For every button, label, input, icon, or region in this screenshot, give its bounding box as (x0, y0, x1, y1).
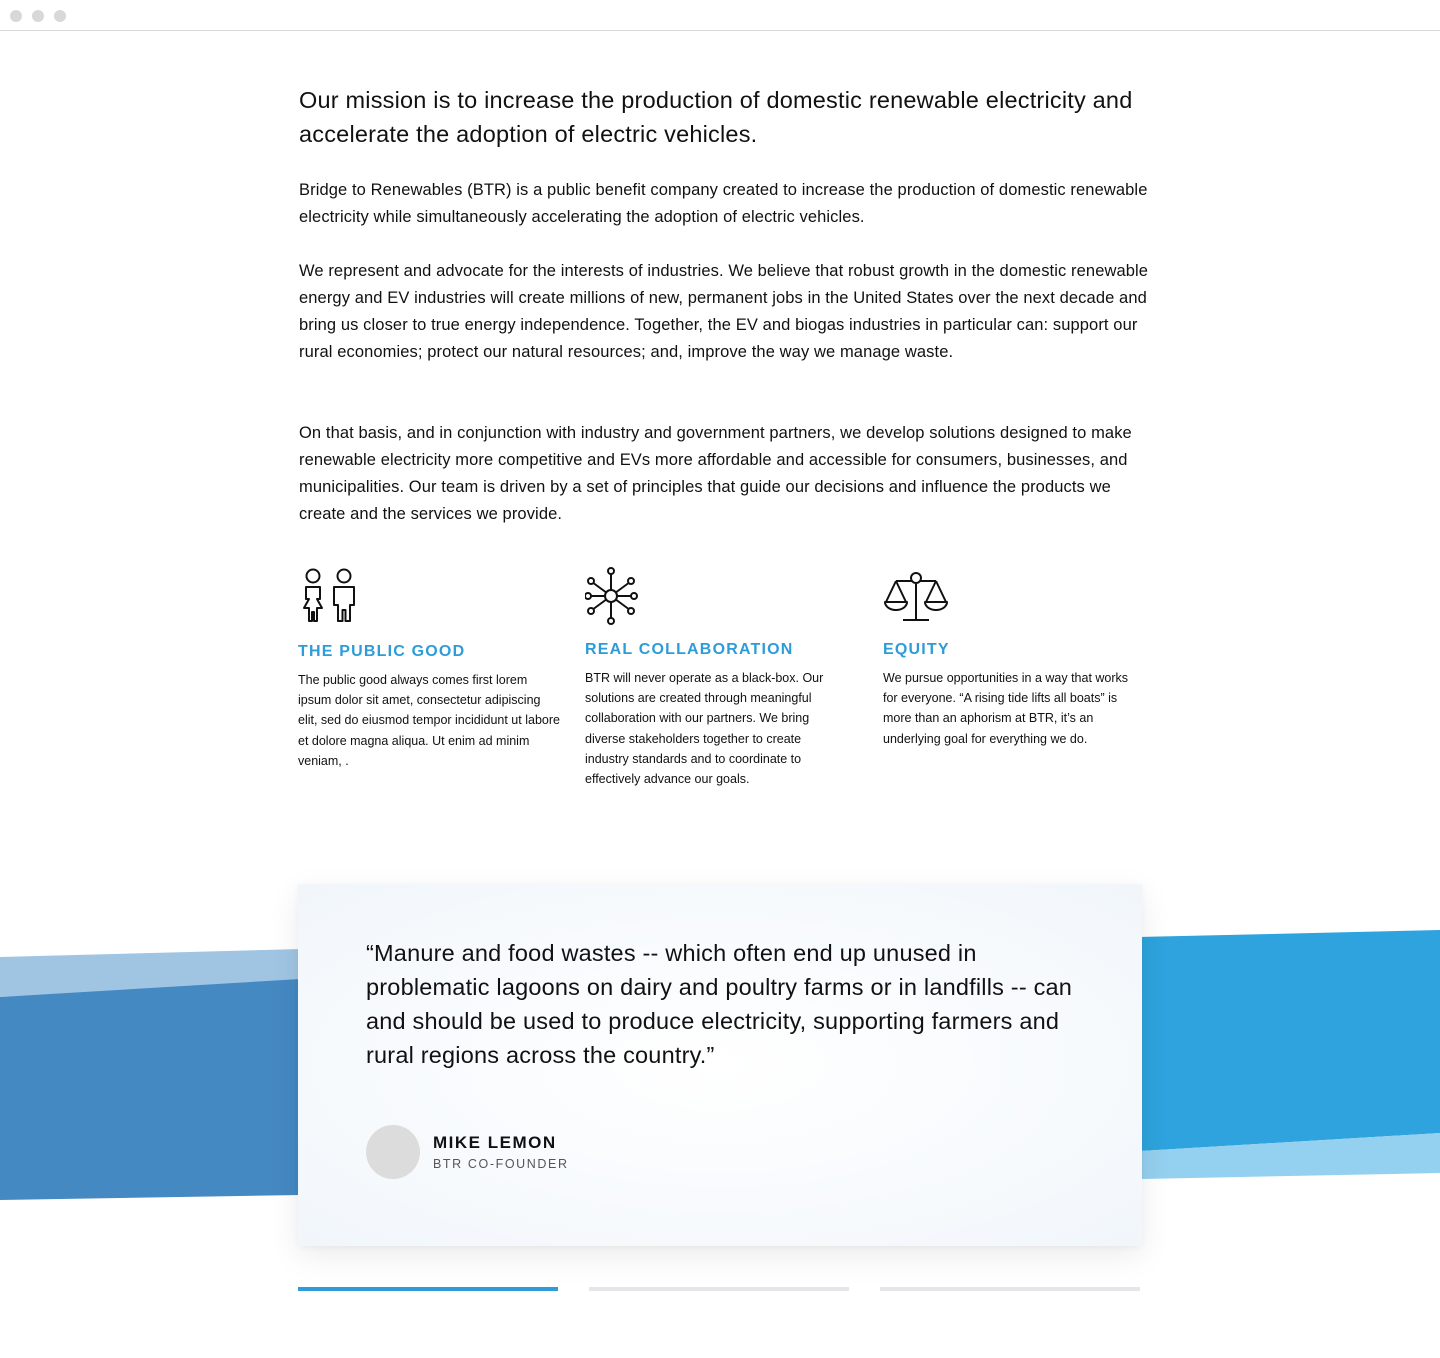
scales-icon (884, 572, 948, 621)
carousel-indicators (0, 1287, 1440, 1291)
band-right-bright (1140, 930, 1440, 1151)
carousel-indicator-2[interactable] (589, 1287, 849, 1291)
carousel-indicator-3[interactable] (880, 1287, 1140, 1291)
principle-real-collaboration: REAL COLLABORATION BTR will never operat… (585, 566, 847, 789)
principle-title: THE PUBLIC GOOD (298, 643, 466, 660)
network-icon (585, 567, 638, 625)
testimonial-quote: “Manure and food wastes -- which often e… (366, 940, 1073, 1068)
about-paragraph-2: We represent and advocate for the intere… (299, 262, 1149, 361)
principle-public-good: THE PUBLIC GOOD The public good always c… (298, 566, 560, 771)
carousel-indicator-1[interactable] (298, 1287, 558, 1291)
window-maximize-dot[interactable] (54, 10, 66, 22)
mission-statement: Our mission is to increase the productio… (299, 87, 1133, 147)
people-icon (303, 568, 355, 622)
principle-title: EQUITY (883, 641, 950, 658)
about-paragraph-3: On that basis, and in conjunction with i… (299, 424, 1132, 523)
testimonial-card: “Manure and food wastes -- which often e… (298, 884, 1142, 1246)
band-left-dark (0, 979, 300, 1200)
principle-text: The public good always comes first lorem… (298, 673, 560, 768)
about-paragraph-1: Bridge to Renewables (BTR) is a public b… (299, 181, 1148, 226)
principle-title: REAL COLLABORATION (585, 641, 794, 658)
window-close-dot[interactable] (10, 10, 22, 22)
principle-text: BTR will never operate as a black-box. O… (585, 671, 824, 787)
avatar (366, 1125, 420, 1179)
testimonial-author-name: MIKE LEMON (433, 1133, 557, 1152)
window-minimize-dot[interactable] (32, 10, 44, 22)
window-chrome (0, 0, 1440, 31)
principle-equity: EQUITY We pursue opportunities in a way … (883, 566, 1138, 749)
principle-text: We pursue opportunities in a way that wo… (883, 671, 1129, 746)
testimonial-author-role: BTR CO-FOUNDER (433, 1157, 569, 1171)
